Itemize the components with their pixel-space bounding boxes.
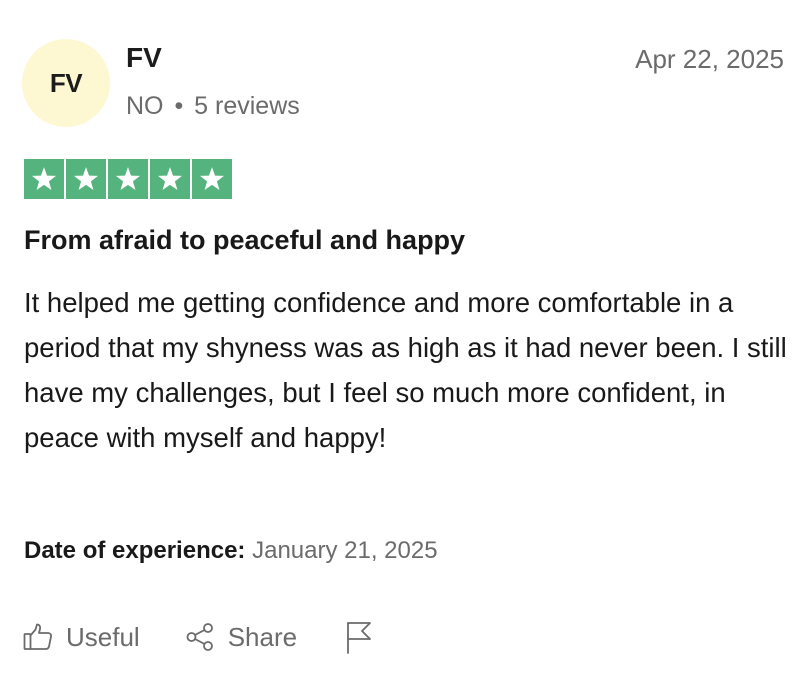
review-title: From afraid to peaceful and happy — [24, 225, 466, 255]
star-icon — [192, 159, 232, 199]
review-body: It helped me getting confidence and more… — [24, 287, 787, 453]
date-of-experience: Date of experience: January 21, 2025 — [24, 537, 438, 565]
report-flag-button[interactable] — [343, 620, 375, 654]
reviewer-name[interactable]: FV — [126, 42, 162, 74]
thumbs-up-icon — [22, 621, 54, 653]
experience-label: Date of experience: — [24, 537, 246, 564]
flag-icon — [343, 620, 375, 654]
share-button[interactable]: Share — [184, 621, 297, 653]
useful-button[interactable]: Useful — [22, 621, 140, 653]
review-date: Apr 22, 2025 — [635, 44, 784, 74]
meta-separator: • — [174, 92, 184, 120]
useful-label: Useful — [66, 621, 140, 652]
share-icon — [184, 621, 216, 653]
reviewer-meta: NO • 5 reviews — [126, 92, 300, 121]
review-actions: Useful Share — [22, 620, 375, 654]
reviewer-country: NO — [126, 92, 164, 120]
avatar: FV — [22, 39, 110, 127]
star-icon — [66, 159, 106, 199]
star-icon — [24, 159, 64, 199]
star-rating — [24, 159, 232, 199]
star-icon — [108, 159, 148, 199]
share-label: Share — [227, 621, 298, 652]
star-icon — [150, 159, 190, 199]
reviewer-reviews-count: 5 reviews — [194, 92, 300, 120]
experience-date: January 21, 2025 — [252, 537, 438, 564]
